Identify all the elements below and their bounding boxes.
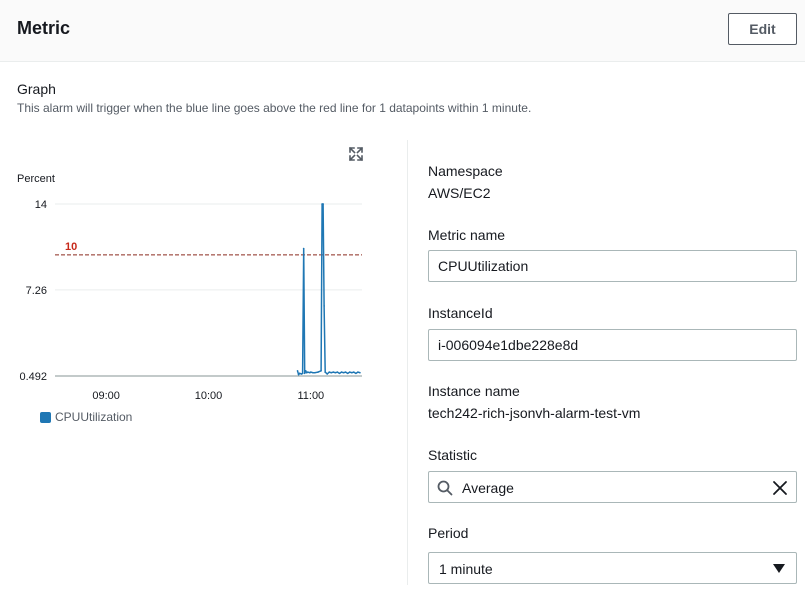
x-tick-label: 10:00 — [195, 390, 223, 402]
data-point — [326, 373, 329, 375]
metric-name-input[interactable] — [428, 250, 797, 282]
caret-down-icon — [773, 564, 785, 573]
data-point — [323, 305, 325, 307]
period-label: Period — [428, 525, 469, 541]
edit-button[interactable]: Edit — [728, 13, 797, 45]
instance-id-label: InstanceId — [428, 305, 493, 321]
graph-title: Graph — [17, 81, 56, 97]
data-point — [302, 247, 305, 250]
data-point — [350, 371, 353, 374]
search-icon — [437, 480, 453, 496]
namespace-value: AWS/EC2 — [428, 185, 491, 201]
data-point — [328, 371, 331, 373]
y-axis-label: Percent — [17, 173, 55, 185]
data-point — [359, 371, 361, 374]
data-point — [336, 371, 339, 373]
threshold-label: 10 — [65, 241, 77, 253]
series-line-cpuutilization — [296, 203, 361, 376]
data-point — [312, 371, 314, 374]
data-point — [306, 371, 309, 373]
data-point — [310, 371, 312, 373]
data-point — [322, 203, 324, 205]
data-point — [342, 371, 345, 374]
graph-description: This alarm will trigger when the blue li… — [17, 101, 532, 115]
data-point — [344, 371, 347, 373]
instance-name-label: Instance name — [428, 383, 520, 399]
period-select[interactable]: 1 minute — [428, 552, 797, 584]
panel-header: Metric Edit — [0, 0, 805, 62]
y-tick-label: 14 — [35, 199, 47, 211]
data-point — [338, 372, 341, 375]
period-value: 1 minute — [439, 561, 493, 577]
data-point — [330, 371, 333, 374]
data-point — [348, 371, 351, 373]
namespace-label: Namespace — [428, 163, 503, 179]
chart-legend: CPUUtilization — [40, 410, 132, 424]
column-divider — [407, 140, 408, 585]
data-point — [301, 372, 304, 375]
panel-title: Metric — [17, 18, 71, 38]
data-point — [296, 370, 299, 372]
data-point — [357, 371, 359, 373]
legend-label: CPUUtilization — [55, 410, 133, 424]
data-point — [303, 372, 306, 375]
data-point — [332, 371, 335, 373]
data-point — [334, 371, 337, 374]
data-point — [346, 372, 349, 375]
x-tick-label: 09:00 — [92, 390, 120, 402]
data-point — [320, 370, 322, 372]
metric-name-label: Metric name — [428, 227, 506, 243]
x-tick-label: 11:00 — [297, 390, 324, 402]
y-tick-label: 0.492 — [19, 371, 47, 383]
data-point — [324, 371, 326, 373]
data-point — [340, 371, 343, 373]
data-point — [317, 371, 319, 373]
statistic-value: Average — [462, 480, 514, 496]
data-point — [304, 370, 307, 372]
data-point — [314, 371, 316, 374]
statistic-label: Statistic — [428, 447, 478, 463]
data-point — [298, 372, 301, 375]
instance-id-input[interactable] — [428, 329, 797, 361]
legend-swatch — [40, 411, 51, 423]
y-tick-label: 7.26 — [26, 285, 47, 297]
data-point — [353, 371, 355, 373]
statistic-select[interactable]: Average — [428, 471, 797, 503]
instance-name-value: tech242-rich-jsonvh-alarm-test-vm — [428, 405, 641, 421]
cpu-chart: Percent 0.492 7.26 14 09:00 10:00 11:00 10 — [17, 173, 362, 402]
data-point — [297, 373, 300, 376]
clear-icon[interactable] — [772, 480, 788, 496]
data-point — [355, 372, 357, 375]
